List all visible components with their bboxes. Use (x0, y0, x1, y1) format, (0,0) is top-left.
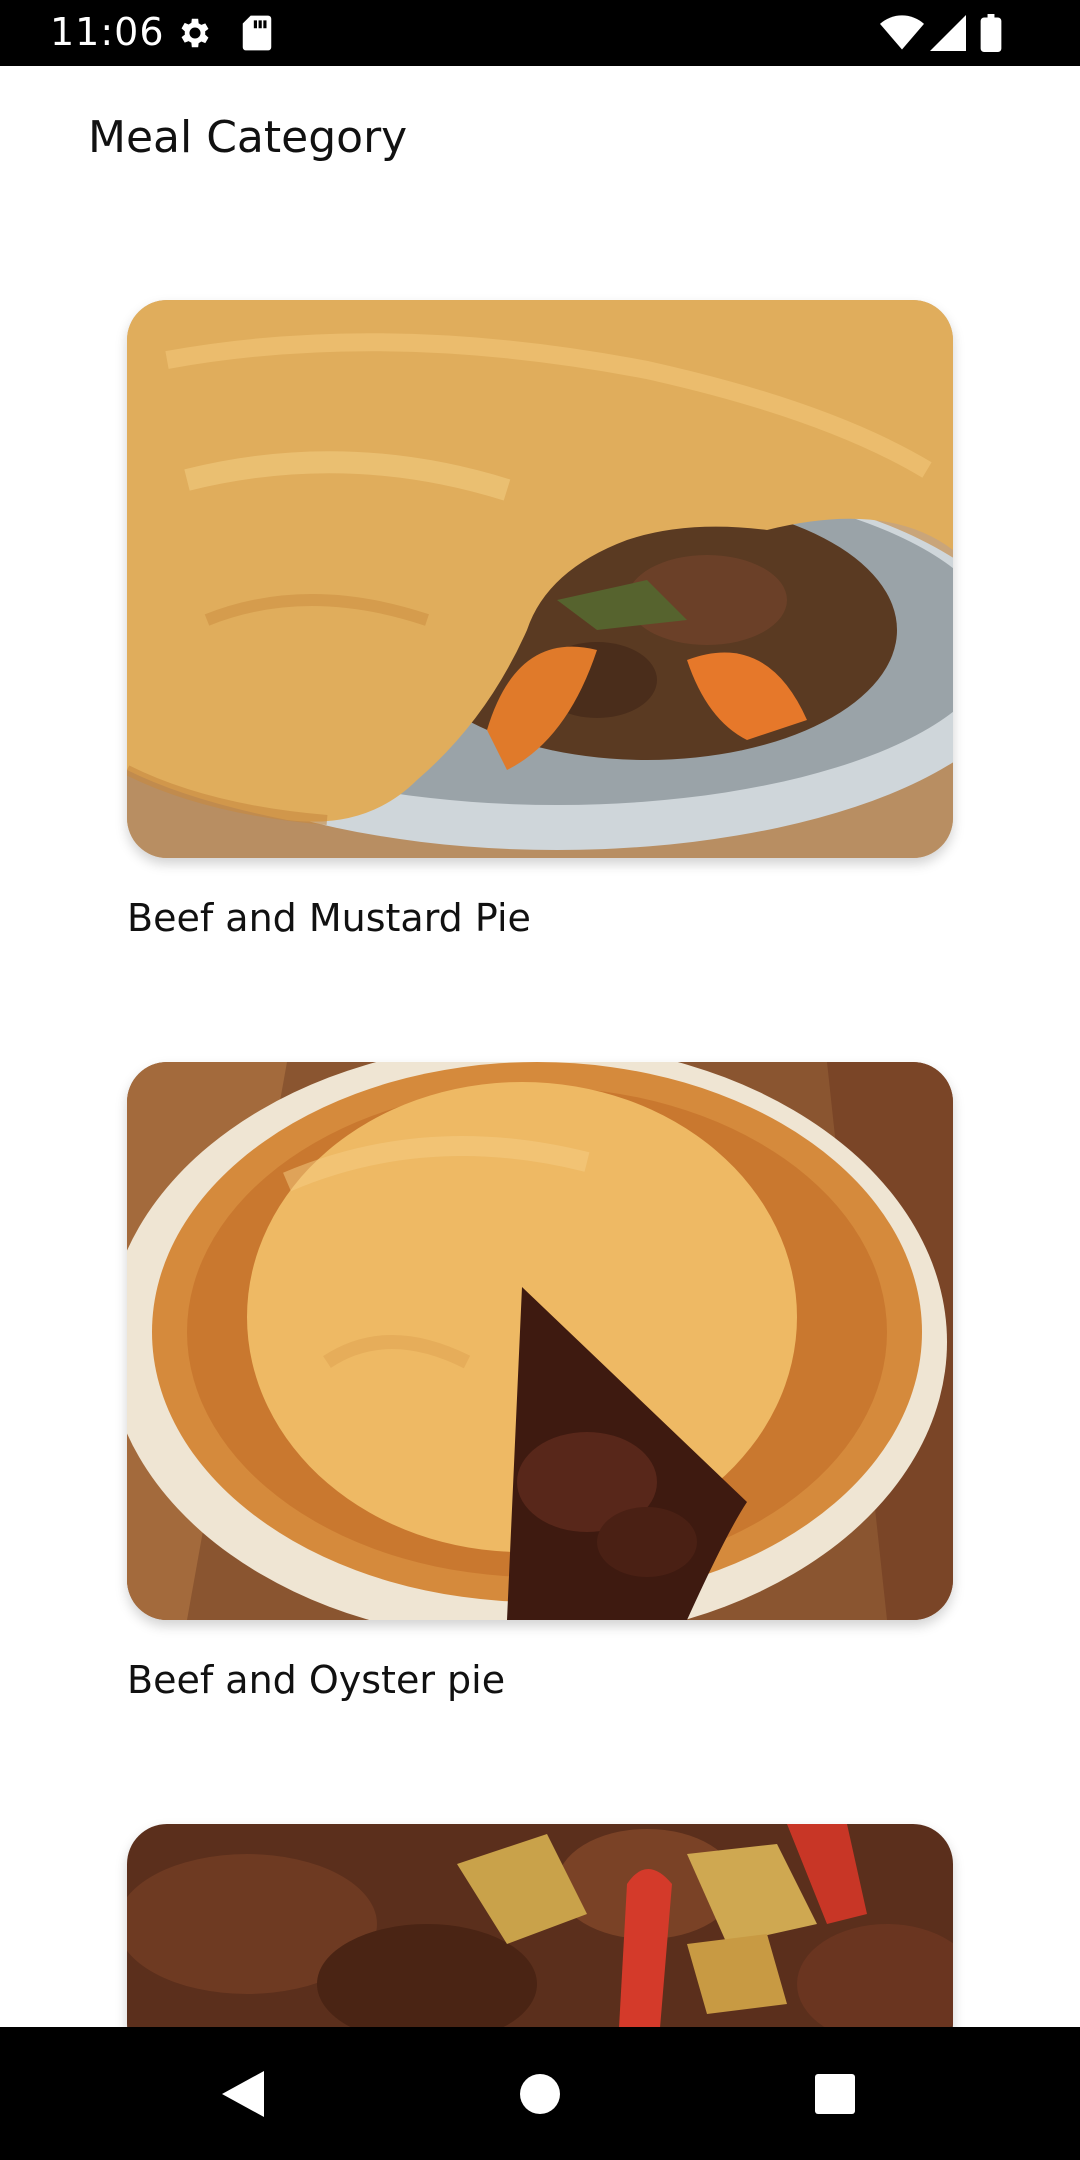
settings-icon (176, 14, 214, 57)
meal-card[interactable]: Beef and Mustard Pie (127, 300, 953, 940)
back-icon[interactable] (222, 2071, 264, 2122)
beef-mustard-pie-photo (127, 300, 953, 858)
navigation-bar (0, 2027, 1080, 2160)
status-bar: 11:06 (0, 0, 1080, 66)
signal-icon (930, 14, 966, 57)
home-icon[interactable] (519, 2071, 561, 2122)
recents-icon[interactable] (814, 2071, 856, 2122)
wifi-icon (880, 14, 924, 57)
meal-name: Beef and Mustard Pie (127, 896, 531, 940)
beef-oyster-pie-photo (127, 1062, 953, 1620)
page-title: Meal Category (88, 112, 408, 163)
meal-card[interactable]: Beef and Oyster pie (127, 1062, 953, 1702)
status-time: 11:06 (50, 10, 165, 54)
battery-icon (980, 14, 1002, 57)
meal-name: Beef and Oyster pie (127, 1658, 506, 1702)
sd-card-icon (240, 14, 274, 57)
